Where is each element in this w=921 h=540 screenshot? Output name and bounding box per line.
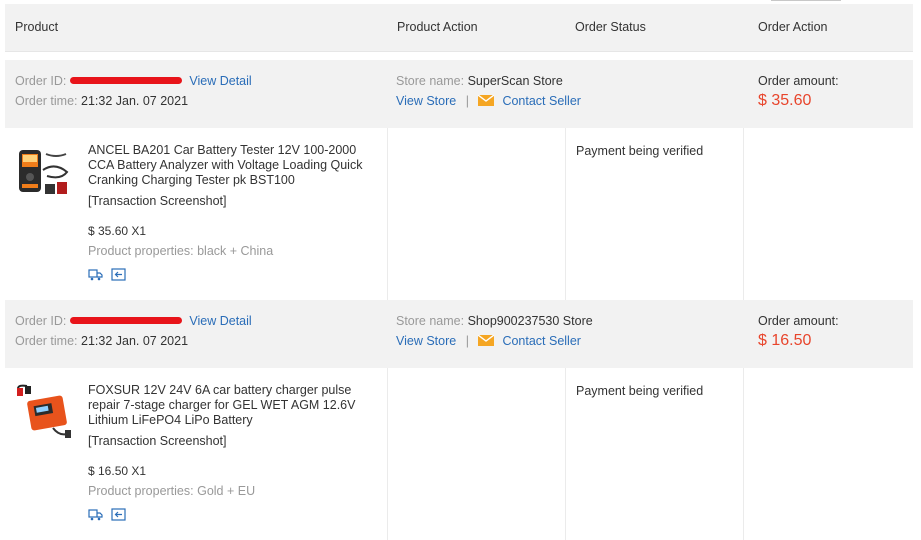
order-time-label: Order time: <box>15 94 78 108</box>
mail-icon[interactable] <box>478 335 495 346</box>
store-name-value: Shop900237530 Store <box>467 314 593 328</box>
return-icon[interactable] <box>111 268 126 281</box>
product-price-qty: $ 16.50 X1 <box>88 464 147 478</box>
store-name-label: Store name: <box>396 74 465 88</box>
order-amount-value: $ 16.50 <box>758 332 812 349</box>
order-meta: Order ID: View Detail Order time: 21:32 … <box>5 300 913 368</box>
col-product-action: Product Action <box>397 20 478 34</box>
shipping-icon[interactable] <box>88 508 103 521</box>
product-properties-value: black + China <box>197 244 274 258</box>
order-product-row: FOXSUR 12V 24V 6A car battery charger pu… <box>5 368 913 540</box>
redacted-order-id <box>69 77 182 85</box>
mail-icon[interactable] <box>478 95 495 106</box>
order-amount-label: Order amount: <box>758 314 839 328</box>
transaction-screenshot-link[interactable]: [Transaction Screenshot] <box>88 194 227 208</box>
column-divider <box>565 368 566 540</box>
column-divider <box>387 128 388 300</box>
column-divider <box>743 128 744 300</box>
order-product-row: ANCEL BA201 Car Battery Tester 12V 100-2… <box>5 128 913 300</box>
order-time-value: 21:32 Jan. 07 2021 <box>81 334 189 348</box>
return-icon[interactable] <box>111 508 126 521</box>
view-store-link[interactable]: View Store <box>396 94 456 108</box>
view-store-link[interactable]: View Store <box>396 334 456 348</box>
col-order-action: Order Action <box>758 20 828 34</box>
order-status: Payment being verified <box>576 384 704 398</box>
order-amount-label: Order amount: <box>758 74 839 88</box>
order-card: Order ID: View Detail Order time: 21:32 … <box>5 60 913 300</box>
order-amount-value: $ 35.60 <box>758 92 812 109</box>
product-properties-value: Gold + EU <box>197 484 256 498</box>
shipping-icon[interactable] <box>88 268 103 281</box>
contact-seller-link[interactable]: Contact Seller <box>502 94 581 108</box>
product-title-link[interactable]: FOXSUR 12V 24V 6A car battery charger pu… <box>88 383 378 428</box>
order-id-label: Order ID: <box>15 314 67 328</box>
redacted-order-id <box>69 317 182 325</box>
column-divider <box>387 368 388 540</box>
product-price-qty: $ 35.60 X1 <box>88 224 147 238</box>
col-order-status: Order Status <box>575 20 646 34</box>
order-meta: Order ID: View Detail Order time: 21:32 … <box>5 60 913 128</box>
view-detail-link[interactable]: View Detail <box>189 74 251 88</box>
orders-table: Product Product Action Order Status Orde… <box>5 4 913 540</box>
top-divider <box>771 0 841 1</box>
product-thumbnail[interactable] <box>13 140 75 202</box>
product-properties-label: Product properties: <box>88 244 194 258</box>
order-card: Order ID: View Detail Order time: 21:32 … <box>5 300 913 540</box>
view-detail-link[interactable]: View Detail <box>189 314 251 328</box>
separator: | <box>465 94 469 108</box>
order-id-label: Order ID: <box>15 74 67 88</box>
contact-seller-link[interactable]: Contact Seller <box>502 334 581 348</box>
order-status: Payment being verified <box>576 144 704 158</box>
store-name-label: Store name: <box>396 314 465 328</box>
column-divider <box>565 128 566 300</box>
col-product: Product <box>15 20 59 34</box>
store-name-value: SuperScan Store <box>467 74 563 88</box>
separator: | <box>465 334 469 348</box>
column-divider <box>743 368 744 540</box>
product-title-link[interactable]: ANCEL BA201 Car Battery Tester 12V 100-2… <box>88 143 378 188</box>
order-time-value: 21:32 Jan. 07 2021 <box>81 94 189 108</box>
product-thumbnail[interactable] <box>13 380 75 442</box>
order-time-label: Order time: <box>15 334 78 348</box>
table-header: Product Product Action Order Status Orde… <box>5 4 913 52</box>
product-properties-label: Product properties: <box>88 484 194 498</box>
transaction-screenshot-link[interactable]: [Transaction Screenshot] <box>88 434 227 448</box>
